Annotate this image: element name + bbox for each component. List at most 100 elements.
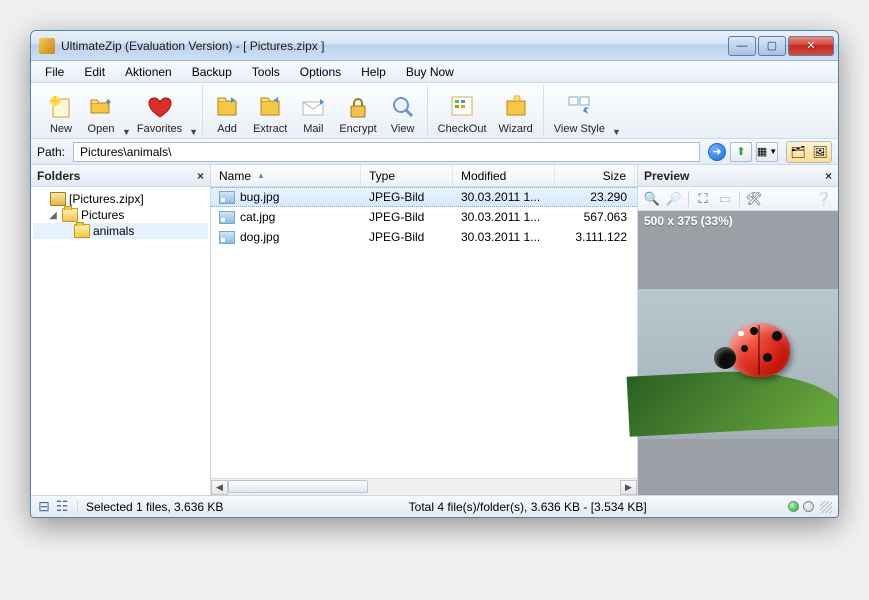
image-file-icon [219, 211, 235, 224]
file-modified: 30.03.2011 1... [453, 210, 555, 224]
horizontal-scrollbar[interactable]: ◀ ▶ [211, 478, 637, 495]
folder-icon [74, 224, 90, 238]
menu-buynow[interactable]: Buy Now [396, 63, 464, 81]
scroll-thumb[interactable] [228, 480, 368, 493]
toolbar: New Open ▼ Favorites ▼ Add Extract [31, 83, 838, 139]
favorites-label: Favorites [137, 123, 182, 135]
status-selected: Selected 1 files, 3.636 KB [86, 500, 235, 514]
wizard-button[interactable]: Wizard [493, 91, 539, 137]
file-name: dog.jpg [240, 230, 279, 244]
separator [688, 191, 689, 207]
preview-toolbar: 🔍 🔎 ⛶ ▭ 🛠 ❔ [638, 187, 838, 211]
file-size: 3.111.122 [555, 230, 635, 244]
close-button[interactable]: ✕ [788, 36, 834, 56]
menu-aktionen[interactable]: Aktionen [115, 63, 182, 81]
favorites-button[interactable]: Favorites [131, 91, 188, 137]
menu-file[interactable]: File [35, 63, 74, 81]
new-label: New [50, 123, 72, 135]
separator [739, 191, 740, 207]
folders-close-button[interactable]: × [197, 169, 204, 183]
menu-backup[interactable]: Backup [182, 63, 242, 81]
path-input[interactable] [73, 142, 700, 162]
magnifier-icon [389, 93, 417, 121]
open-label: Open [88, 123, 115, 135]
view-button[interactable]: View [383, 91, 423, 137]
file-modified: 30.03.2011 1... [453, 230, 555, 244]
col-size[interactable]: Size [555, 165, 635, 186]
add-button[interactable]: Add [207, 91, 247, 137]
actual-size-button[interactable]: ▭ [715, 189, 735, 209]
image-file-icon [219, 191, 235, 204]
up-icon: ⬆ [736, 145, 745, 158]
col-size-label: Size [603, 169, 626, 183]
col-name-label: Name [219, 169, 251, 183]
settings-button[interactable]: 🛠 [744, 189, 764, 209]
status-leds [780, 501, 814, 512]
go-button[interactable]: ➜ [708, 143, 726, 161]
mail-icon [299, 93, 327, 121]
tree-animals[interactable]: animals [33, 223, 208, 239]
encrypt-label: Encrypt [339, 123, 376, 135]
new-button[interactable]: New [41, 91, 81, 137]
table-row[interactable]: cat.jpg JPEG-Bild 30.03.2011 1... 567.06… [211, 207, 637, 227]
col-modified[interactable]: Modified [453, 165, 555, 186]
col-type-label: Type [369, 169, 395, 183]
tree-pictures[interactable]: ◢ Pictures [33, 207, 208, 223]
favorites-dropdown[interactable]: ▼ [188, 127, 198, 137]
open-dropdown[interactable]: ▼ [121, 127, 131, 137]
expander-icon[interactable]: ◢ [47, 210, 59, 221]
file-type: JPEG-Bild [361, 230, 453, 244]
preview-icon: 🖼 [812, 145, 827, 159]
menu-help[interactable]: Help [351, 63, 396, 81]
checkout-label: CheckOut [438, 123, 487, 135]
menu-edit[interactable]: Edit [74, 63, 115, 81]
file-size: 23.290 [555, 190, 635, 204]
scroll-track[interactable] [228, 480, 620, 495]
status-total: Total 4 file(s)/folder(s), 3.636 KB - [3… [369, 500, 647, 514]
folders-toggle[interactable]: 🗂 [787, 142, 809, 162]
mail-button[interactable]: Mail [293, 91, 333, 137]
archive-icon [50, 192, 66, 206]
up-button[interactable]: ⬆ [730, 142, 752, 162]
viewstyle-button[interactable]: View Style [548, 91, 611, 137]
preview-close-button[interactable]: × [825, 169, 832, 183]
fit-button[interactable]: ⛶ [693, 189, 713, 209]
help-button[interactable]: ❔ [814, 189, 834, 209]
file-name: bug.jpg [240, 190, 279, 204]
image-file-icon [219, 231, 235, 244]
table-row[interactable]: dog.jpg JPEG-Bild 30.03.2011 1... 3.111.… [211, 227, 637, 247]
extract-button[interactable]: Extract [247, 91, 293, 137]
open-button[interactable]: Open [81, 91, 121, 137]
minimize-button[interactable]: — [728, 36, 756, 56]
file-modified: 30.03.2011 1... [453, 190, 555, 204]
scroll-left-button[interactable]: ◀ [211, 480, 228, 495]
mail-label: Mail [303, 123, 323, 135]
viewstyle-dropdown[interactable]: ▼ [611, 127, 621, 137]
views-button[interactable]: ▦▼ [756, 142, 778, 162]
preview-toggle[interactable]: 🖼 [809, 142, 831, 162]
preview-dimensions: 500 x 375 (33%) [638, 211, 838, 231]
list-body: bug.jpg JPEG-Bild 30.03.2011 1... 23.290… [211, 187, 637, 478]
view-list-icon[interactable]: ☷ [55, 500, 69, 514]
maximize-button[interactable]: ▢ [758, 36, 786, 56]
panel-toggle: 🗂 🖼 [786, 141, 832, 163]
view-tree-icon[interactable]: ⊟ [37, 500, 51, 514]
folder-tree: [Pictures.zipx] ◢ Pictures animals [31, 187, 210, 495]
menu-tools[interactable]: Tools [242, 63, 290, 81]
scroll-right-button[interactable]: ▶ [620, 480, 637, 495]
col-name[interactable]: Name▲ [211, 165, 361, 186]
zoom-out-button[interactable]: 🔎 [664, 189, 684, 209]
resize-grip[interactable] [820, 501, 832, 513]
tree-root[interactable]: [Pictures.zipx] [33, 191, 208, 207]
titlebar[interactable]: UltimateZip (Evaluation Version) - [ Pic… [31, 31, 838, 61]
col-type[interactable]: Type [361, 165, 453, 186]
menu-options[interactable]: Options [290, 63, 351, 81]
add-icon [213, 93, 241, 121]
extract-label: Extract [253, 123, 287, 135]
encrypt-button[interactable]: Encrypt [333, 91, 382, 137]
checkout-button[interactable]: CheckOut [432, 91, 493, 137]
zoom-in-button[interactable]: 🔍 [642, 189, 662, 209]
table-row[interactable]: bug.jpg JPEG-Bild 30.03.2011 1... 23.290 [211, 187, 637, 207]
file-type: JPEG-Bild [361, 210, 453, 224]
file-list-panel: Name▲ Type Modified Size bug.jpg JPEG-Bi… [211, 165, 638, 495]
